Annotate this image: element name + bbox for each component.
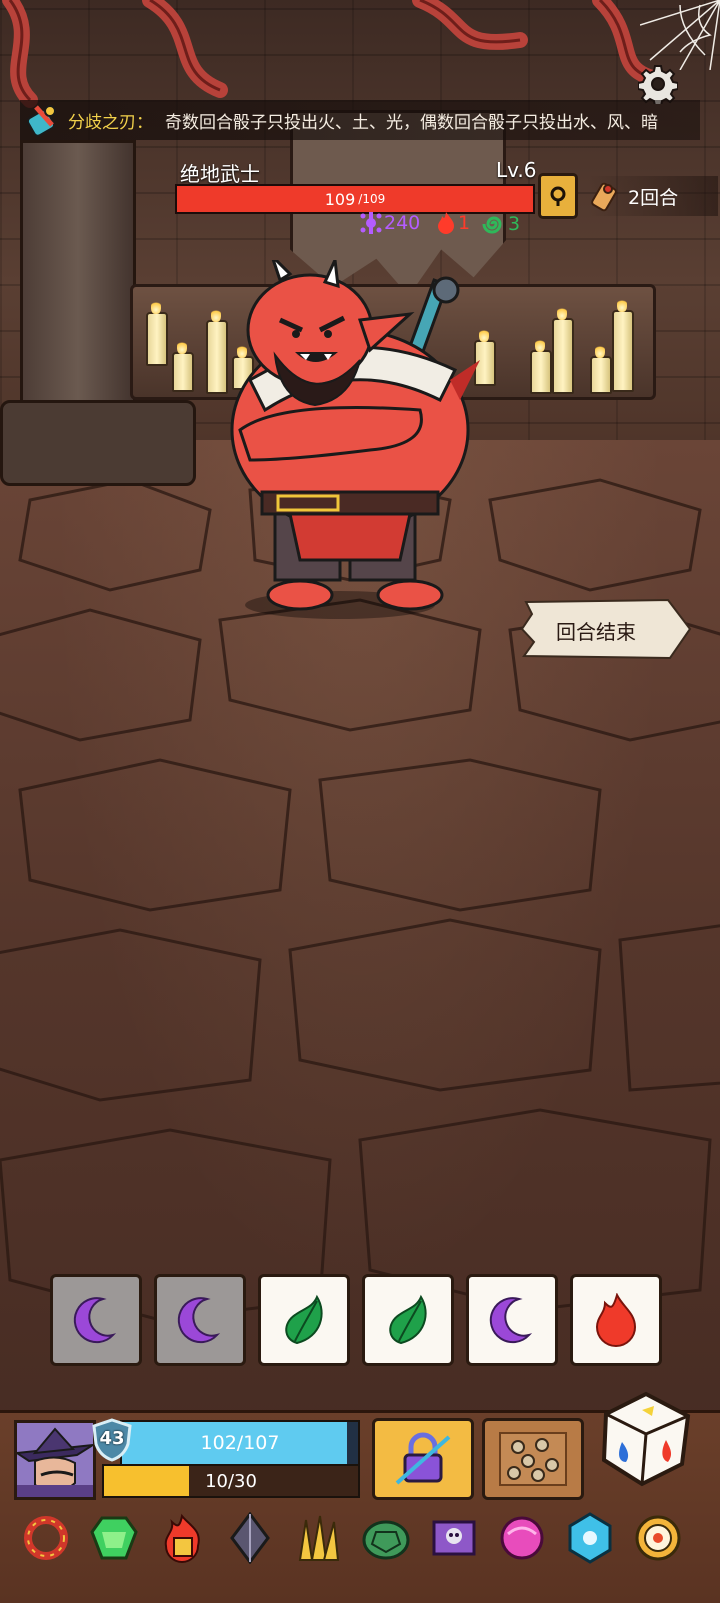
blade-icon bbox=[26, 105, 56, 137]
die-moon[interactable] bbox=[466, 1274, 558, 1366]
enemy-hp-current: 109 bbox=[324, 189, 356, 209]
leaf-icon bbox=[381, 1293, 435, 1347]
die-leaf[interactable] bbox=[258, 1274, 350, 1366]
enemy-ogre[interactable] bbox=[220, 260, 480, 620]
golden-claws-icon[interactable] bbox=[286, 1506, 350, 1570]
modifier-name: 分歧之刃： bbox=[68, 112, 153, 133]
modifier-description: 奇数回合骰子只投出火、土、光，偶数回合骰子只投出水、风、暗 bbox=[165, 112, 658, 133]
fire-stat: 1 bbox=[436, 212, 470, 234]
padlock-icon bbox=[395, 1432, 451, 1485]
die-moon[interactable] bbox=[154, 1274, 246, 1366]
map-button[interactable] bbox=[482, 1418, 584, 1500]
player-xp-bar: 10/30 bbox=[102, 1464, 360, 1498]
fire-icon bbox=[438, 212, 454, 234]
spiked-ring-icon[interactable] bbox=[14, 1506, 78, 1570]
wizard-portrait bbox=[17, 1423, 93, 1497]
roll-dice-button[interactable] bbox=[596, 1388, 696, 1492]
shield-value: 43 bbox=[99, 1428, 125, 1449]
fire-icon bbox=[589, 1292, 643, 1347]
gear-icon bbox=[638, 65, 678, 104]
die-leaf[interactable] bbox=[362, 1274, 454, 1366]
turtle-shell-icon[interactable] bbox=[354, 1506, 418, 1570]
player-health-bar: 102/107 bbox=[120, 1420, 360, 1466]
enemy-name: 绝地武士 bbox=[180, 162, 260, 186]
scroll-icon bbox=[591, 182, 617, 212]
swirl-stat: 3 bbox=[482, 212, 520, 236]
player-xp-text: 10/30 bbox=[205, 1470, 257, 1492]
leaf-icon bbox=[277, 1293, 331, 1347]
player-hp-text: 102/107 bbox=[200, 1432, 280, 1454]
enemy-hp-max: /109 bbox=[358, 192, 386, 206]
dark-crystal-icon[interactable] bbox=[218, 1506, 282, 1570]
enemy-health-bar: 109 /109 bbox=[175, 184, 535, 214]
pillar-base bbox=[0, 400, 196, 486]
moon-icon bbox=[173, 1293, 227, 1347]
turn-label: 2回合 bbox=[628, 186, 679, 209]
spiral-donut-icon[interactable] bbox=[626, 1506, 690, 1570]
candle bbox=[612, 298, 634, 392]
candle bbox=[172, 340, 194, 392]
pink-orb-icon[interactable] bbox=[490, 1506, 554, 1570]
swirl-icon bbox=[482, 216, 502, 234]
emerald-gem-icon[interactable] bbox=[82, 1506, 146, 1570]
splat-icon bbox=[360, 212, 382, 234]
die-moon[interactable] bbox=[50, 1274, 142, 1366]
candle bbox=[552, 306, 574, 394]
dungeon-map-icon bbox=[499, 1432, 567, 1486]
swirl-value: 3 bbox=[508, 213, 521, 235]
lock-dice-button[interactable] bbox=[372, 1418, 474, 1500]
candle bbox=[530, 338, 552, 394]
attack-value: 240 bbox=[384, 212, 421, 234]
moon-icon bbox=[485, 1293, 539, 1347]
die-fire[interactable] bbox=[570, 1274, 662, 1366]
dice-icon bbox=[601, 1391, 691, 1487]
end-turn-button[interactable]: 回合结束 bbox=[520, 598, 692, 660]
enemy-info-button[interactable] bbox=[538, 173, 578, 219]
magnifier-icon bbox=[550, 186, 566, 206]
shield-badge: 43 bbox=[92, 1418, 132, 1462]
enemy-level: Lv.6 bbox=[496, 158, 537, 182]
turn-counter: 2回合 bbox=[588, 176, 718, 216]
end-turn-label: 回合结束 bbox=[556, 620, 636, 644]
fire-scroll-icon[interactable] bbox=[150, 1506, 214, 1570]
fire-value: 1 bbox=[458, 212, 471, 234]
attack-stat: 240 bbox=[360, 212, 420, 234]
level-modifier-bar: 分歧之刃： 奇数回合骰子只投出火、土、光，偶数回合骰子只投出水、风、暗 bbox=[20, 100, 700, 140]
moon-icon bbox=[69, 1293, 123, 1347]
skull-book-icon[interactable] bbox=[422, 1506, 486, 1570]
cobweb-icon bbox=[640, 0, 720, 70]
player-avatar[interactable] bbox=[14, 1420, 96, 1500]
ice-crystal-icon[interactable] bbox=[558, 1506, 622, 1570]
candle bbox=[146, 300, 168, 366]
candle bbox=[590, 344, 612, 394]
